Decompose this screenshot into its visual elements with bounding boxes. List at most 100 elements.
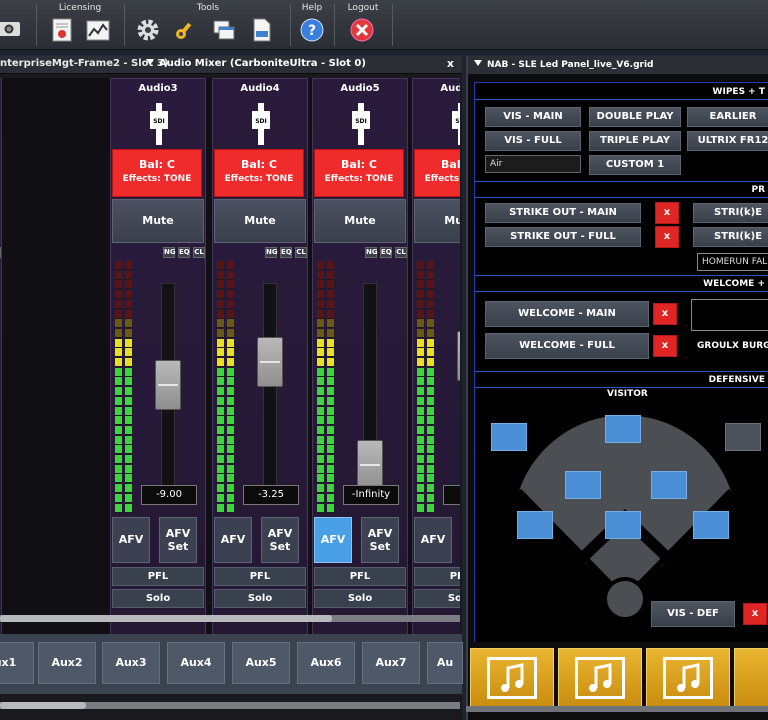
vis-def-clear-button[interactable]: x [743,603,767,625]
ultrix-fr12-button[interactable]: ULTRIX FR12 [687,131,768,151]
afv-set-button[interactable]: AFV Set [361,517,399,563]
gear-icon[interactable] [136,18,160,42]
solo-button[interactable]: Solo [112,589,204,608]
strike-out-main-clear-button[interactable]: x [655,202,679,224]
aux-button-7[interactable]: Aux7 [362,642,420,684]
shortstop-position-button[interactable] [565,471,601,499]
fader-knob[interactable] [457,331,460,381]
afv-set-button[interactable]: AFV Set [261,517,299,563]
homerun-field[interactable]: HOMERUN FAL [697,253,768,271]
pfl-button[interactable]: PFL [214,567,306,586]
strike-out-full-button[interactable]: STRIKE OUT - FULL [485,227,641,247]
gain-readout[interactable]: -9.00 [141,485,197,505]
welcome-full-clear-button[interactable]: x [653,335,677,357]
strips-scrollbar-thumb[interactable] [0,615,332,622]
solo-button[interactable]: Solo [314,589,406,608]
aux-button-1[interactable]: ux1 [0,642,34,684]
logout-icon[interactable] [350,18,374,42]
compressor-limiter-button[interactable]: CL [295,247,307,258]
music-button-3[interactable] [646,648,730,708]
mute-button[interactable]: Mute [414,199,460,243]
log-file-icon[interactable] [250,18,274,42]
compressor-limiter-button[interactable]: CL [0,247,1,258]
afv-button[interactable]: AFV [414,517,452,563]
welcome-full-button[interactable]: WELCOME - FULL [485,333,649,359]
eq-button[interactable]: EQ [380,247,392,258]
custom-1-button[interactable]: CUSTOM 1 [589,155,681,175]
pfl-button[interactable]: PFL [414,567,460,586]
music-button-4[interactable] [734,648,768,708]
aux-button-6[interactable]: Aux6 [297,642,355,684]
mute-button[interactable]: Mute [112,199,204,243]
pfl-button[interactable]: PFL [112,567,204,586]
certificate-icon[interactable] [50,18,74,42]
vis-full-button[interactable]: VIS - FULL [485,131,581,151]
aux-scrollbar-thumb[interactable] [0,702,86,709]
afv-button[interactable]: AFV [214,517,252,563]
gain-readout[interactable]: -Infinity [343,485,399,505]
right-field-position-button[interactable] [725,423,761,451]
solo-button[interactable]: Solo [414,589,460,608]
noise-gate-button[interactable]: NG [365,247,378,258]
compressor-limiter-button[interactable]: CL [193,247,205,258]
afv-button[interactable]: AFV [314,517,352,563]
strike-out-full-clear-button[interactable]: x [655,226,679,248]
fader-knob[interactable] [155,359,181,410]
aux-button-3[interactable]: Aux3 [102,642,160,684]
earlier-button[interactable]: EARLIER [687,107,768,127]
pitcher-position-button[interactable] [605,511,641,539]
eq-button[interactable]: EQ [280,247,292,258]
balance-effects-button[interactable]: Bal: C Effects: TONE [414,149,460,197]
compressor-limiter-button[interactable]: CL [395,247,407,258]
gain-readout[interactable]: -3.25 [243,485,299,505]
noise-gate-button[interactable]: NG [265,247,278,258]
afv-button[interactable]: AFV [112,517,150,563]
double-play-button[interactable]: DOUBLE PLAY [589,107,681,127]
noise-gate-button[interactable]: NG [163,247,176,258]
aux-button-8[interactable]: Au [427,642,463,684]
balance-effects-button[interactable]: Bal: C Effects: TONE [112,149,202,197]
air-dropdown[interactable]: Air [485,155,581,173]
afv-set-button[interactable]: AFV Set [159,517,197,563]
windows-icon[interactable] [212,18,236,42]
grid-scrollbar[interactable] [466,706,768,712]
left-field-position-button[interactable] [491,423,527,451]
aux-button-5[interactable]: Aux5 [232,642,290,684]
strike-out-main-button[interactable]: STRIKE OUT - MAIN [485,203,641,223]
welcome-main-clear-button[interactable]: x [653,303,677,325]
vis-def-button[interactable]: VIS - DEF [651,601,735,627]
close-tab-button[interactable]: x [447,57,454,70]
solo-button[interactable]: Solo [214,589,306,608]
fader-track[interactable] [263,283,277,493]
aux-button-4[interactable]: Aux4 [167,642,225,684]
eq-button[interactable]: EQ [178,247,190,258]
gain-readout[interactable]: - [443,485,460,505]
fader-knob[interactable] [357,439,383,490]
mute-button[interactable]: Mute [314,199,406,243]
tab-audio-mixer[interactable]: Audio Mixer (CarboniteUltra - Slot 0) [146,58,366,69]
mute-button[interactable]: Mute [214,199,306,243]
tab-enterprise-mgt[interactable]: nterpriseMgt-Frame2 - Slot 3) [0,58,168,69]
second-base-position-button[interactable] [651,471,687,499]
first-base-position-button[interactable] [693,511,729,539]
center-field-position-button[interactable] [605,415,641,443]
vis-main-button[interactable]: VIS - MAIN [485,107,581,127]
chart-icon[interactable] [86,18,110,42]
strike-main-button[interactable]: STRI(k)E [693,203,768,223]
camera-icon[interactable] [0,16,20,40]
music-button-1[interactable] [470,648,554,708]
pfl-button[interactable]: PFL [314,567,406,586]
third-base-position-button[interactable] [517,511,553,539]
key-icon[interactable] [174,18,198,42]
balance-effects-button[interactable]: Bal: C Effects: TONE [214,149,304,197]
welcome-main-button[interactable]: WELCOME - MAIN [485,301,649,327]
triple-play-button[interactable]: TRIPLE PLAY [589,131,681,151]
aux-button-2[interactable]: Aux2 [38,642,96,684]
welcome-name-input[interactable] [691,299,768,331]
strike-full-button[interactable]: STRI(k)E [693,227,768,247]
balance-effects-button[interactable]: Bal: C Effects: TONE [314,149,404,197]
fader-knob[interactable] [257,337,283,388]
help-icon[interactable]: ? [300,18,324,42]
music-button-2[interactable] [558,648,642,708]
grid-tab[interactable]: NAB - SLE Led Panel_live_V6.grid [468,56,768,74]
